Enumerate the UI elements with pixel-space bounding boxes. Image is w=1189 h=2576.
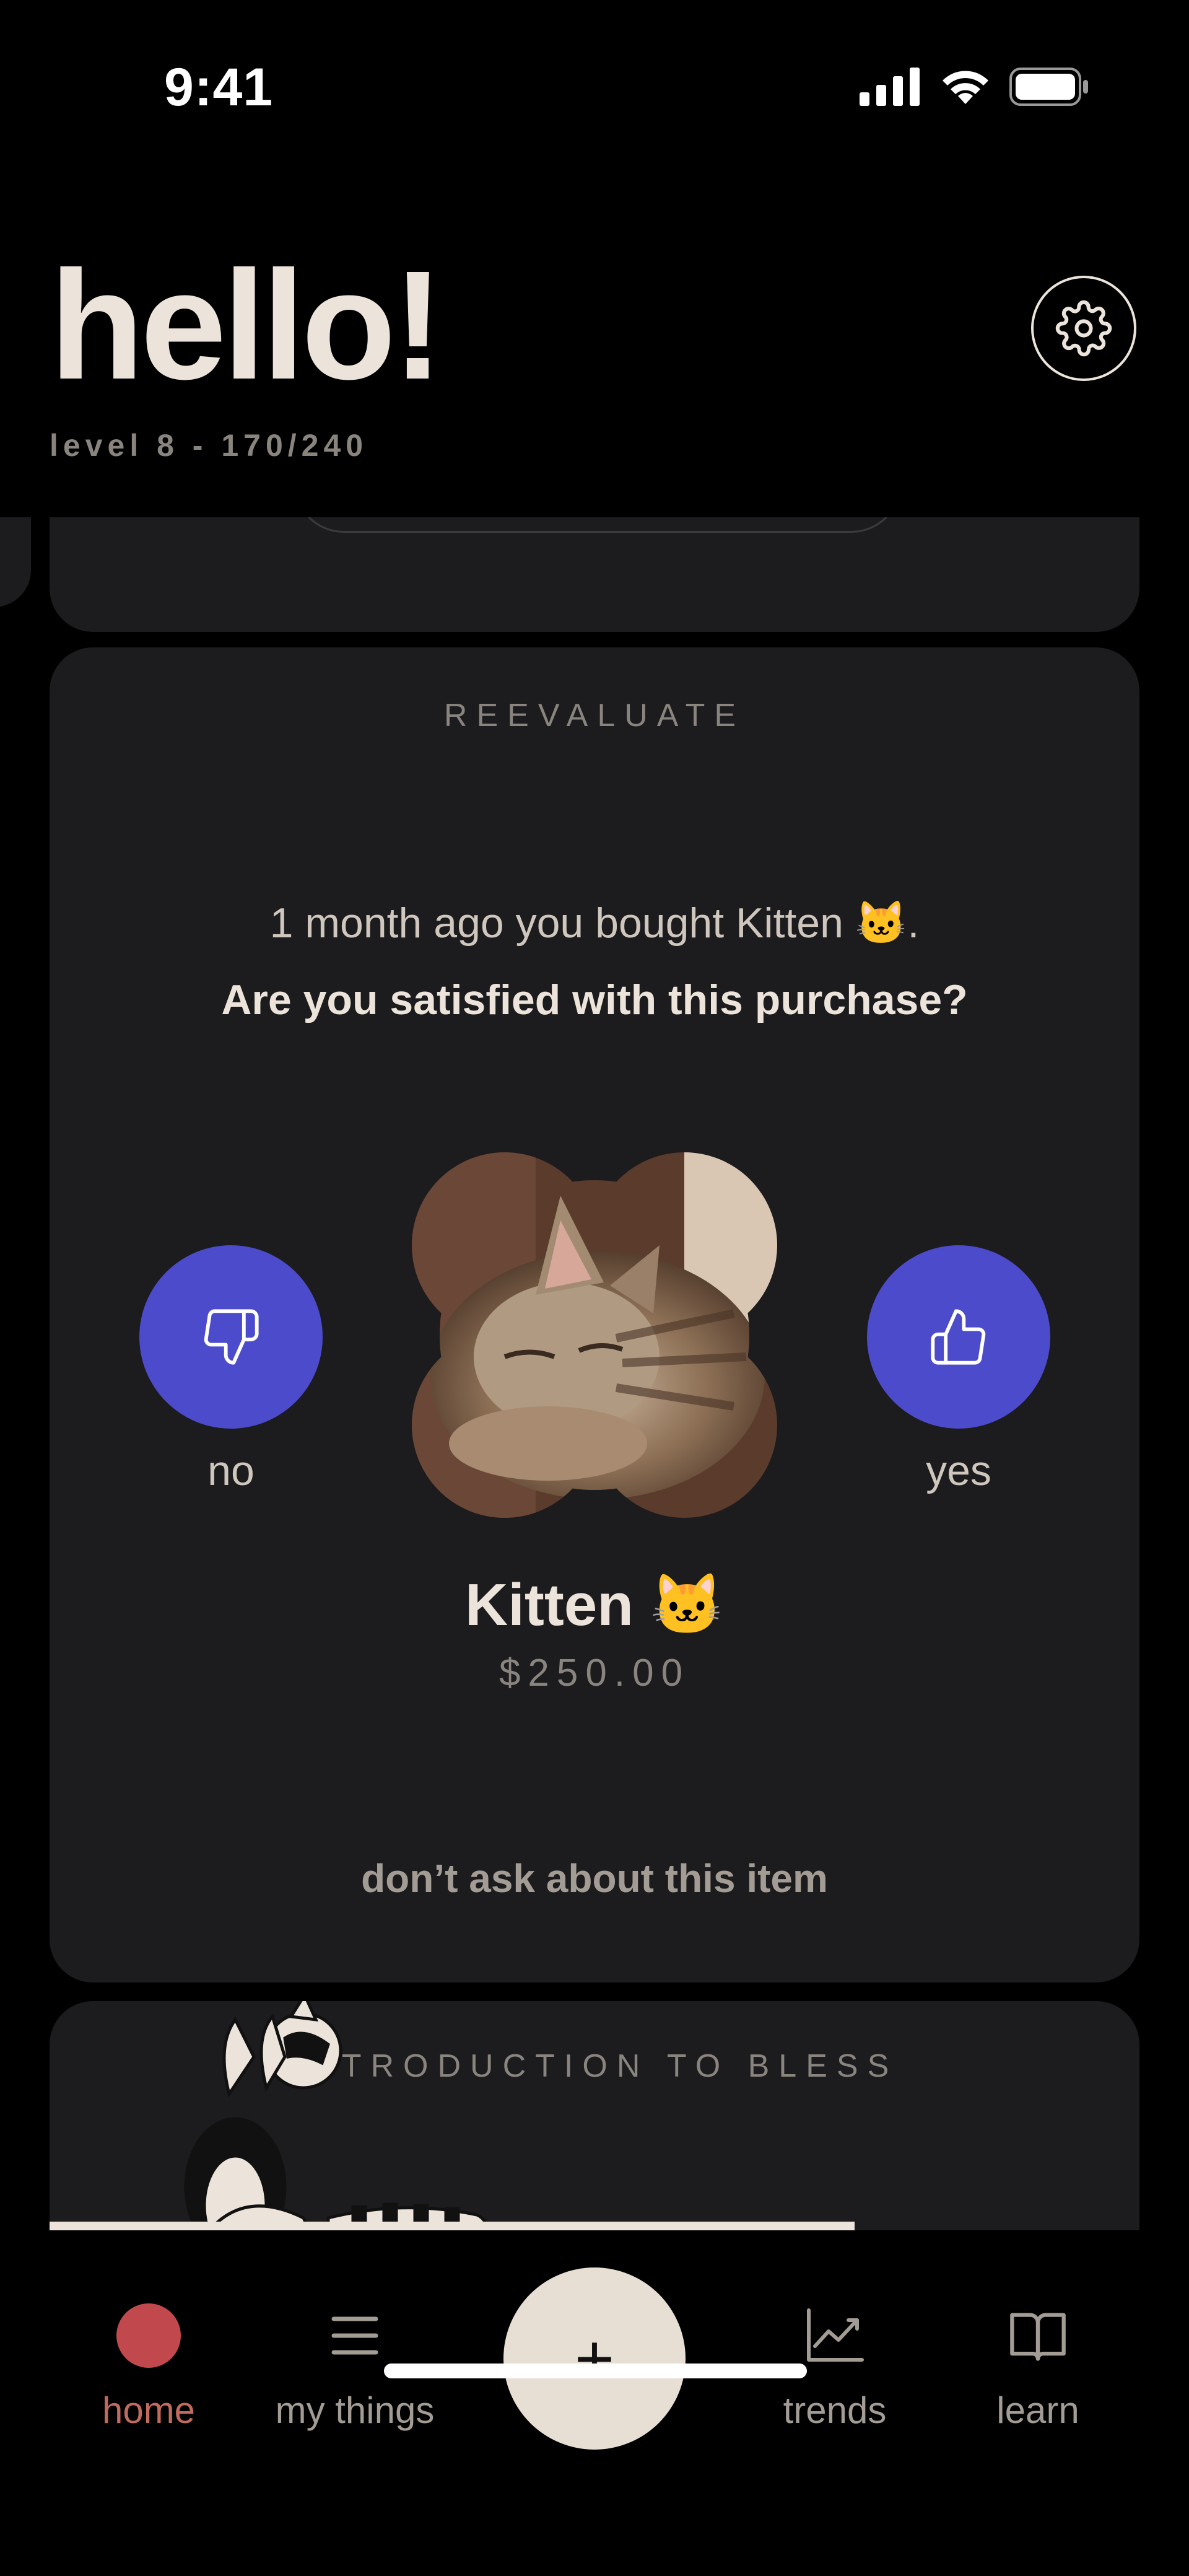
signal-icon [860, 68, 920, 106]
status-bar: 9:41 [0, 0, 1189, 180]
intro-progress-bar [50, 2222, 855, 2230]
tab-learn[interactable]: learn [945, 2298, 1131, 2432]
tab-home-label: home [102, 2390, 196, 2431]
no-label: no [207, 1447, 255, 1494]
thumbs-down-icon [204, 1309, 259, 1365]
book-icon [945, 2298, 1131, 2373]
raccoon-illustration [184, 2001, 490, 2230]
tab-bar: home my things + trends learn [0, 2230, 1189, 2576]
yes-label: yes [926, 1447, 991, 1494]
purchase-prompt: 1 month ago you bought Kitten 🐱. [269, 900, 920, 947]
dont-ask-button[interactable]: don’t ask about this item [50, 1855, 1139, 1901]
yes-button[interactable] [867, 1245, 1050, 1429]
list-icon [262, 2298, 448, 2373]
thumbs-up-icon [931, 1309, 986, 1365]
tab-my-things-label: my things [275, 2390, 435, 2431]
tab-home[interactable]: home [56, 2298, 242, 2432]
wifi-icon [943, 71, 988, 104]
level-progress: level 8 - 170/240 [50, 428, 368, 463]
add-button[interactable]: + [503, 2267, 686, 2450]
status-time: 9:41 [164, 58, 274, 117]
reevaluate-card: REEVALUATE 1 month ago you bought Kitten… [50, 647, 1139, 1982]
home-dot-icon [56, 2298, 242, 2373]
home-indicator [384, 2364, 807, 2378]
item-name: Kitten 🐱 [464, 1572, 725, 1638]
tab-trends-label: trends [783, 2390, 887, 2431]
satisfaction-question: Are you satisfied with this purchase? [221, 976, 968, 1023]
tab-learn-label: learn [996, 2390, 1079, 2431]
settings-button[interactable] [1031, 276, 1136, 381]
trends-chart-icon [742, 2298, 928, 2373]
reevaluate-section-label: REEVALUATE [443, 698, 746, 734]
no-button[interactable] [139, 1245, 323, 1429]
status-icons [860, 67, 1090, 107]
greeting-title: hello! [50, 239, 444, 411]
item-price: $250.00 [499, 1652, 690, 1694]
kitten-photo [412, 1152, 777, 1518]
battery-icon [1009, 68, 1088, 106]
intro-card: INTRODUCTION TO BLESS [50, 2001, 1139, 2230]
gear-icon [1055, 300, 1112, 357]
offscreen-card-edge [0, 502, 31, 607]
